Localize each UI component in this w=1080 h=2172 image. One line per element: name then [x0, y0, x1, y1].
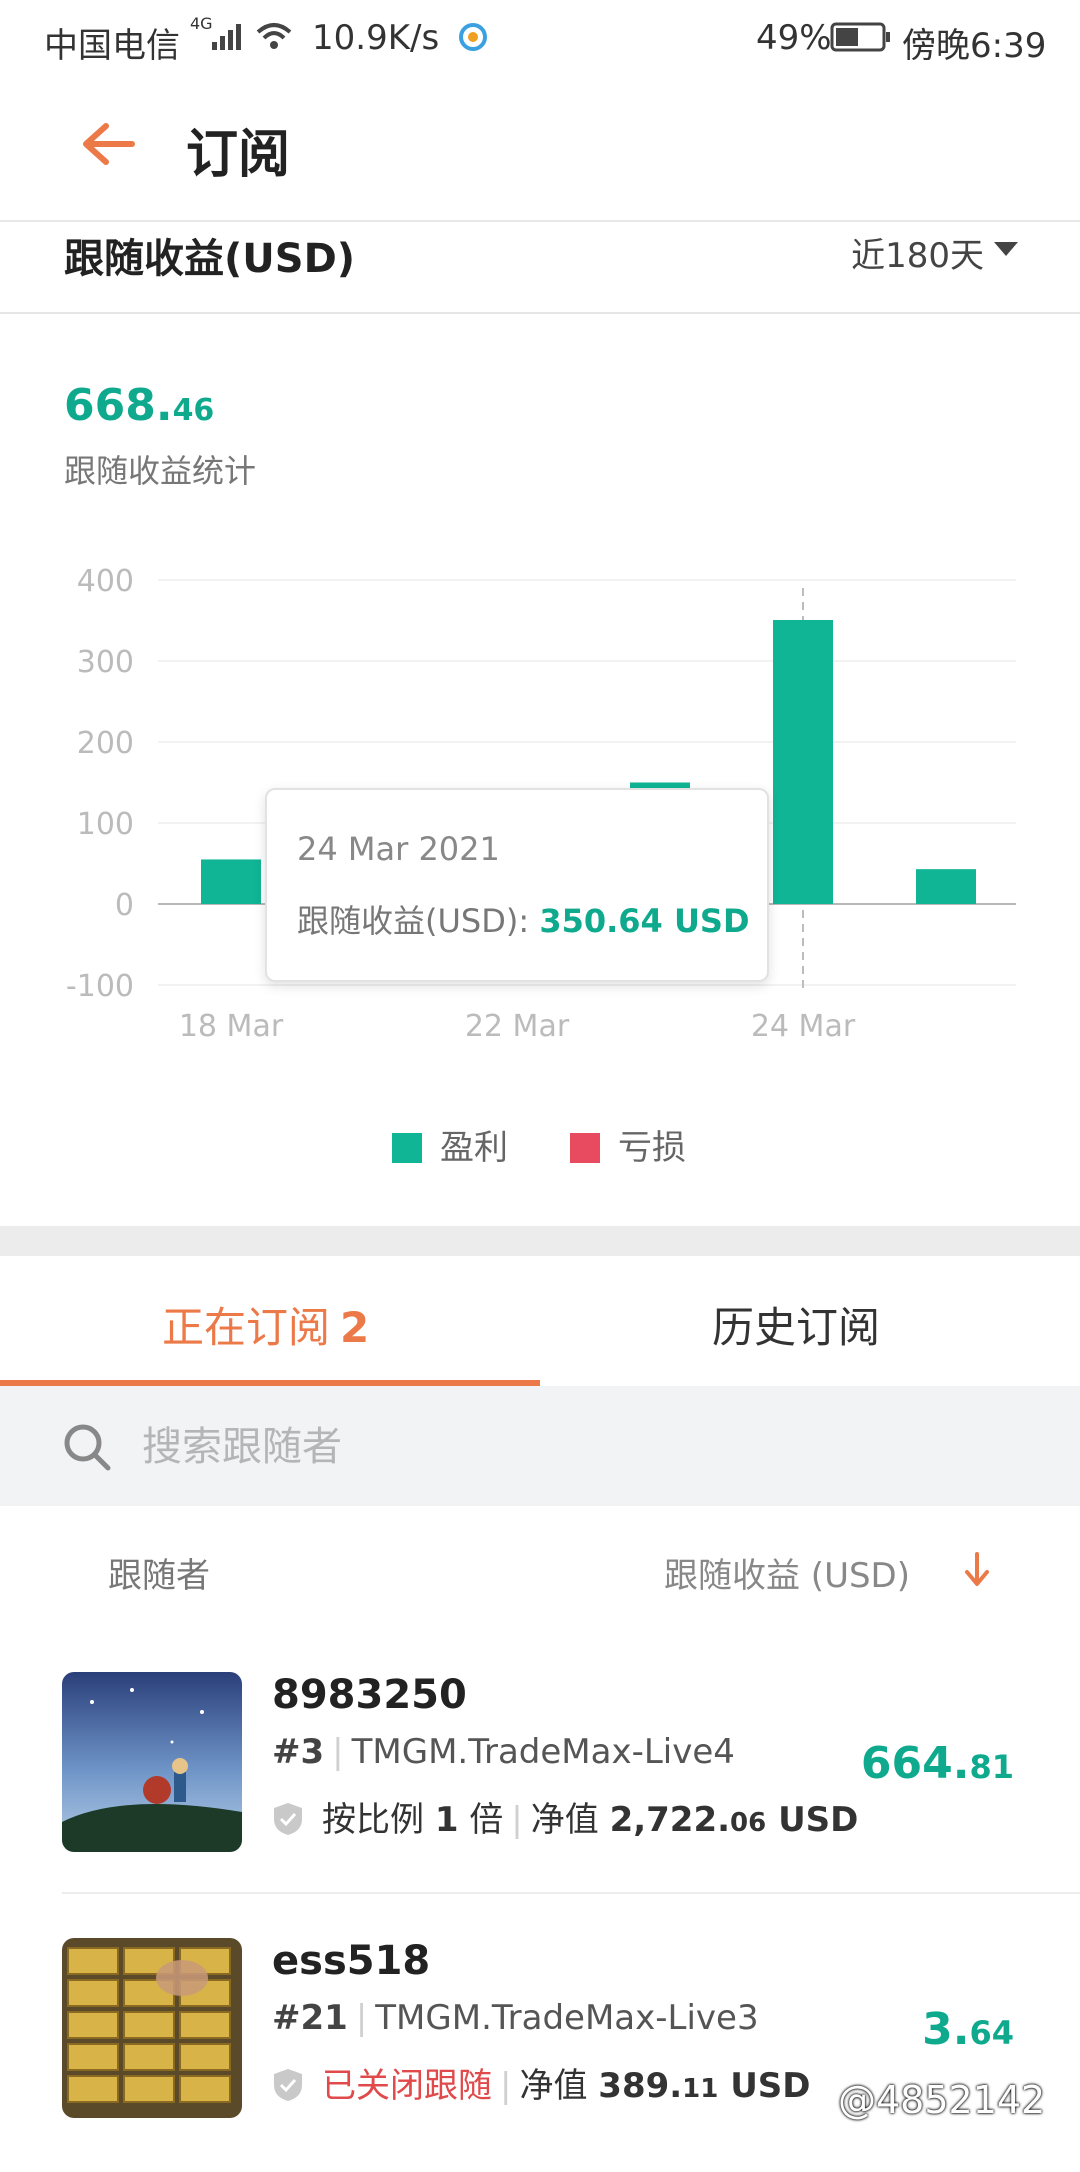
profit-decimal: 81 [969, 1748, 1014, 1786]
chart-bar [916, 869, 976, 904]
tab-active-count: 2 [340, 1303, 370, 1352]
follower-rank-server: #3 | TMGM.TradeMax-Live4 [272, 1732, 735, 1772]
equity-decimal: 11 [682, 2074, 719, 2104]
legend-label-loss: 亏损 [618, 1128, 686, 1168]
follower-rank-server: #21 | TMGM.TradeMax-Live3 [272, 1998, 759, 2038]
follower-profit: 3.64 [922, 2004, 1014, 2055]
follower-row[interactable]: ess518 #21 | TMGM.TradeMax-Live3 已关闭跟随 | 净值 … [0, 1906, 1080, 2172]
equity-unit: USD [718, 2066, 811, 2106]
x-tick-label: 18 Mar [179, 1009, 284, 1044]
profit-integer: 664. [860, 1738, 970, 1789]
equity-label: 净值 [519, 2066, 599, 2106]
battery-icon [830, 22, 890, 52]
column-header-follower: 跟随者 [108, 1556, 210, 1596]
equity-label: 净值 [530, 1800, 610, 1840]
copy-mode-suffix: 倍 [458, 1800, 504, 1840]
sort-desc-icon[interactable] [962, 1548, 992, 1590]
follower-profit: 664.81 [861, 1738, 1014, 1789]
tooltip-label: 跟随收益(USD): [297, 902, 540, 940]
search-input[interactable] [140, 1416, 944, 1478]
follower-server: TMGM.TradeMax-Live4 [351, 1732, 735, 1772]
avatar [62, 1938, 242, 2118]
legend-swatch-loss [570, 1133, 600, 1163]
legend-item-profit[interactable]: 盈利 [392, 1120, 508, 1169]
network-speed: 10.9K/s [312, 18, 440, 58]
tooltip-value: 350.64 USD [539, 902, 750, 940]
tooltip-value-line: 跟随收益(USD): 350.64 USD [297, 896, 750, 942]
subscription-tabs: 正在订阅 2 历史订阅 [0, 1256, 1080, 1388]
x-tick-label: 24 Mar [751, 1009, 856, 1044]
tab-history-subscriptions[interactable]: 历史订阅 [712, 1294, 880, 1355]
total-earnings-integer: 668. [64, 380, 173, 431]
total-earnings-decimal: 46 [172, 393, 215, 428]
tooltip-date: 24 Mar 2021 [297, 830, 500, 868]
equity-decimal: 06 [730, 1808, 767, 1838]
x-tick-label: 22 Mar [465, 1009, 570, 1044]
tab-active-subscriptions[interactable]: 正在订阅 2 [162, 1294, 369, 1355]
follower-server: TMGM.TradeMax-Live3 [375, 1998, 759, 2038]
column-header-profit[interactable]: 跟随收益 (USD) [664, 1548, 910, 1597]
total-earnings-label: 跟随收益统计 [64, 452, 257, 490]
y-tick-label: 200 [77, 726, 134, 761]
follower-rank: #3 [272, 1732, 325, 1772]
app-notification-icon [459, 23, 487, 51]
page-title: 订阅 [186, 125, 291, 185]
legend-swatch-profit [392, 1133, 422, 1163]
tab-active-label: 正在订阅 [162, 1303, 331, 1352]
chart-bar [201, 859, 261, 904]
follower-info: 按比例 1 倍 | 净值 2,722.06 USD [272, 1792, 858, 1841]
y-tick-label: 300 [77, 645, 134, 680]
chart-tooltip: 24 Mar 2021 跟随收益(USD): 350.64 USD [265, 788, 769, 982]
shield-check-icon [274, 1803, 302, 1835]
profit-decimal: 64 [969, 2014, 1014, 2052]
equity-unit: USD [766, 1800, 859, 1840]
row-divider [62, 1892, 1080, 1894]
watermark: @4852142 [838, 2078, 1046, 2122]
earnings-section-header: 跟随收益(USD) 近180天 [0, 220, 1080, 314]
follower-rank: #21 [272, 1998, 348, 2038]
wifi-icon [256, 23, 292, 49]
y-tick-label: 0 [115, 888, 134, 923]
search-icon [64, 1424, 111, 1471]
search-bar [0, 1386, 1080, 1506]
chevron-down-icon[interactable] [994, 242, 1018, 256]
follower-row[interactable]: 8983250 #3 | TMGM.TradeMax-Live4 按比例 1 倍 | 净… [0, 1640, 1080, 1906]
copy-mode-prefix: 按比例 [322, 1800, 435, 1840]
copy-mode-multiplier: 1 [434, 1800, 459, 1840]
period-selector[interactable]: 近180天 [851, 228, 984, 277]
status-bar: 中国电信 4G 10.9K/s 49% 傍晚6:39 [0, 0, 1080, 72]
earnings-section-title: 跟随收益(USD) [64, 236, 356, 282]
total-earnings: 668.46 [64, 380, 214, 431]
legend-item-loss[interactable]: 亏损 [570, 1120, 686, 1169]
follow-status-closed: 已关闭跟随 [322, 2066, 492, 2106]
section-divider [0, 1226, 1080, 1256]
equity-integer: 389. [598, 2066, 683, 2106]
chart-bar [773, 619, 833, 904]
follower-info: 已关闭跟随 | 净值 389.11 USD [272, 2058, 811, 2107]
battery-percent: 49% [756, 18, 832, 58]
y-tick-label: 400 [77, 564, 134, 599]
follower-name: 8983250 [272, 1672, 467, 1718]
avatar [62, 1672, 242, 1852]
signal-icon [212, 24, 241, 50]
legend-label-profit: 盈利 [440, 1128, 508, 1168]
y-tick-label: 100 [77, 807, 134, 842]
back-arrow-icon[interactable] [80, 120, 136, 168]
y-tick-label: -100 [66, 969, 134, 1004]
shield-check-icon [274, 2069, 302, 2101]
profit-integer: 3. [922, 2004, 970, 2055]
clock: 傍晚6:39 [902, 26, 1047, 66]
follower-name: ess518 [272, 1938, 431, 1984]
app-header: 订阅 [0, 72, 1080, 222]
carrier-label: 中国电信 [44, 26, 180, 66]
equity-integer: 2,722. [609, 1800, 731, 1840]
